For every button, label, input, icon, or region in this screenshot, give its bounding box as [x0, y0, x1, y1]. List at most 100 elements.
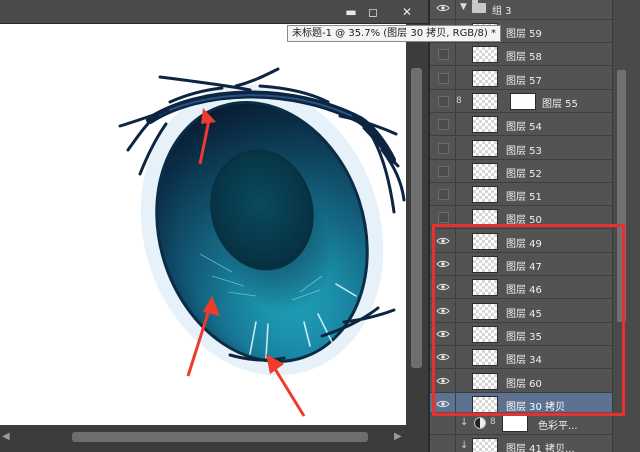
visibility-toggle[interactable] [430, 370, 456, 393]
eye-icon [436, 377, 450, 385]
layer-row[interactable]: 图层 34 [430, 346, 612, 369]
layer-group-row[interactable]: ▼ 组 3 [430, 0, 612, 20]
eye-icon [436, 400, 450, 408]
maximize-button[interactable]: ◻ [362, 4, 384, 20]
horizontal-scrollbar[interactable]: ◀ ▶ [0, 425, 428, 452]
document-window: ▬ ◻ ✕ 未标题-1 @ 35.7% (图层 30 拷贝, RGB/8) * [0, 0, 501, 452]
clip-arrow-icon: ↓ [460, 440, 469, 451]
layer-row[interactable]: 图层 57 [430, 67, 612, 90]
visibility-toggle[interactable] [430, 137, 456, 160]
layer-name: 图层 55 [542, 99, 578, 110]
layer-name: 图层 34 [506, 355, 542, 366]
visibility-toggle[interactable] [430, 113, 456, 136]
visibility-toggle[interactable] [430, 276, 456, 299]
visibility-toggle[interactable] [430, 206, 456, 229]
layer-name: 图层 41 拷贝... [506, 444, 575, 452]
layers-panel: ▼ 组 3 图层 59 图层 58 图层 57 8 图层 55 图层 54 图层 53 图层 … [428, 0, 640, 452]
hidden-visibility-box[interactable] [438, 73, 449, 84]
layer-row[interactable]: 图层 54 [430, 113, 612, 136]
layer-thumbnail [472, 279, 498, 296]
layer-name: 图层 58 [506, 52, 542, 63]
scroll-left-arrow-icon[interactable]: ◀ [2, 431, 10, 442]
eye-icon [436, 330, 450, 338]
layer-thumbnail [472, 140, 498, 157]
visibility-toggle[interactable] [430, 230, 456, 253]
layer-row[interactable]: 图层 47 [430, 253, 612, 276]
layer-thumbnail [472, 116, 498, 133]
vertical-scrollbar[interactable] [406, 24, 428, 425]
hidden-visibility-box[interactable] [438, 119, 449, 130]
canvas[interactable] [0, 24, 406, 425]
layer-name: 图层 35 [506, 332, 542, 343]
layer-name: 图层 52 [506, 169, 542, 180]
layer-thumbnail [472, 373, 498, 390]
eye-icon [436, 353, 450, 361]
layer-name: 图层 53 [506, 146, 542, 157]
layer-row[interactable]: 图层 45 [430, 300, 612, 323]
hidden-visibility-box[interactable] [438, 166, 449, 177]
vertical-scroll-thumb[interactable] [411, 68, 422, 368]
visibility-toggle[interactable] [430, 67, 456, 90]
layers-scroll-thumb[interactable] [617, 70, 626, 322]
layer-thumbnail [472, 349, 498, 366]
hidden-visibility-box[interactable] [438, 189, 449, 200]
eye-icon [436, 4, 450, 12]
layer-thumbnail [472, 396, 498, 413]
visibility-toggle[interactable] [430, 300, 456, 323]
adjustment-mask-thumbnail [502, 415, 528, 432]
chain-link-icon: 8 [456, 96, 462, 106]
hidden-visibility-box[interactable] [438, 212, 449, 223]
layer-name: 图层 49 [506, 239, 542, 250]
layer-thumbnail [472, 256, 498, 273]
adjustment-layer-row[interactable]: ↓ 8 色彩平... [430, 412, 612, 435]
document-title-bar[interactable]: ▬ ◻ ✕ [0, 0, 428, 24]
minimize-button[interactable]: ▬ [340, 4, 362, 20]
folder-icon [472, 0, 486, 13]
adjustment-layer-name: 色彩平... [538, 421, 578, 432]
hidden-visibility-box[interactable] [438, 143, 449, 154]
layer-thumbnail [472, 233, 498, 250]
visibility-toggle[interactable] [430, 90, 456, 113]
visibility-toggle[interactable] [430, 412, 456, 435]
layer-thumbnail [472, 438, 498, 452]
visibility-toggle[interactable] [430, 183, 456, 206]
horizontal-scroll-thumb[interactable] [72, 432, 368, 442]
chain-link-icon: 8 [490, 417, 496, 427]
layer-name: 图层 54 [506, 122, 542, 133]
hidden-visibility-box[interactable] [438, 49, 449, 60]
layer-name: 图层 60 [506, 379, 542, 390]
layer-name: 图层 59 [506, 29, 542, 40]
layer-row[interactable]: 8 图层 55 [430, 90, 612, 113]
group-expand-arrow-icon[interactable]: ▼ [460, 2, 467, 12]
group-name: 组 3 [492, 6, 512, 17]
close-button[interactable]: ✕ [396, 4, 418, 20]
eye-artwork [118, 67, 406, 417]
visibility-toggle[interactable] [430, 43, 456, 66]
document-tooltip: 未标题-1 @ 35.7% (图层 30 拷贝, RGB/8) * [287, 25, 501, 42]
layer-row[interactable]: 图层 35 [430, 323, 612, 346]
layer-mask-thumbnail [510, 93, 536, 110]
layer-thumbnail [472, 46, 498, 63]
clip-arrow-icon: ↓ [460, 417, 469, 428]
layer-row[interactable]: ↓ 图层 41 拷贝... [430, 435, 612, 452]
visibility-toggle[interactable] [430, 0, 456, 20]
layer-row[interactable]: 图层 51 [430, 183, 612, 206]
visibility-toggle[interactable] [430, 346, 456, 369]
layer-row[interactable]: 图层 60 [430, 370, 612, 393]
visibility-toggle[interactable] [430, 323, 456, 346]
visibility-toggle[interactable] [430, 435, 456, 452]
eye-icon [436, 237, 450, 245]
layer-row[interactable]: 图层 58 [430, 43, 612, 66]
visibility-toggle[interactable] [430, 160, 456, 183]
scroll-right-arrow-icon[interactable]: ▶ [394, 431, 402, 442]
layer-row[interactable]: 图层 53 [430, 137, 612, 160]
hidden-visibility-box[interactable] [438, 96, 449, 107]
layer-row[interactable]: 图层 49 [430, 230, 612, 253]
layer-row[interactable]: 图层 52 [430, 160, 612, 183]
eye-icon [436, 260, 450, 268]
visibility-toggle[interactable] [430, 253, 456, 276]
layers-scrollbar[interactable] [612, 0, 640, 452]
layer-row[interactable]: 图层 50 [430, 206, 612, 229]
layer-row[interactable]: 图层 46 [430, 276, 612, 299]
layer-thumbnail [472, 303, 498, 320]
